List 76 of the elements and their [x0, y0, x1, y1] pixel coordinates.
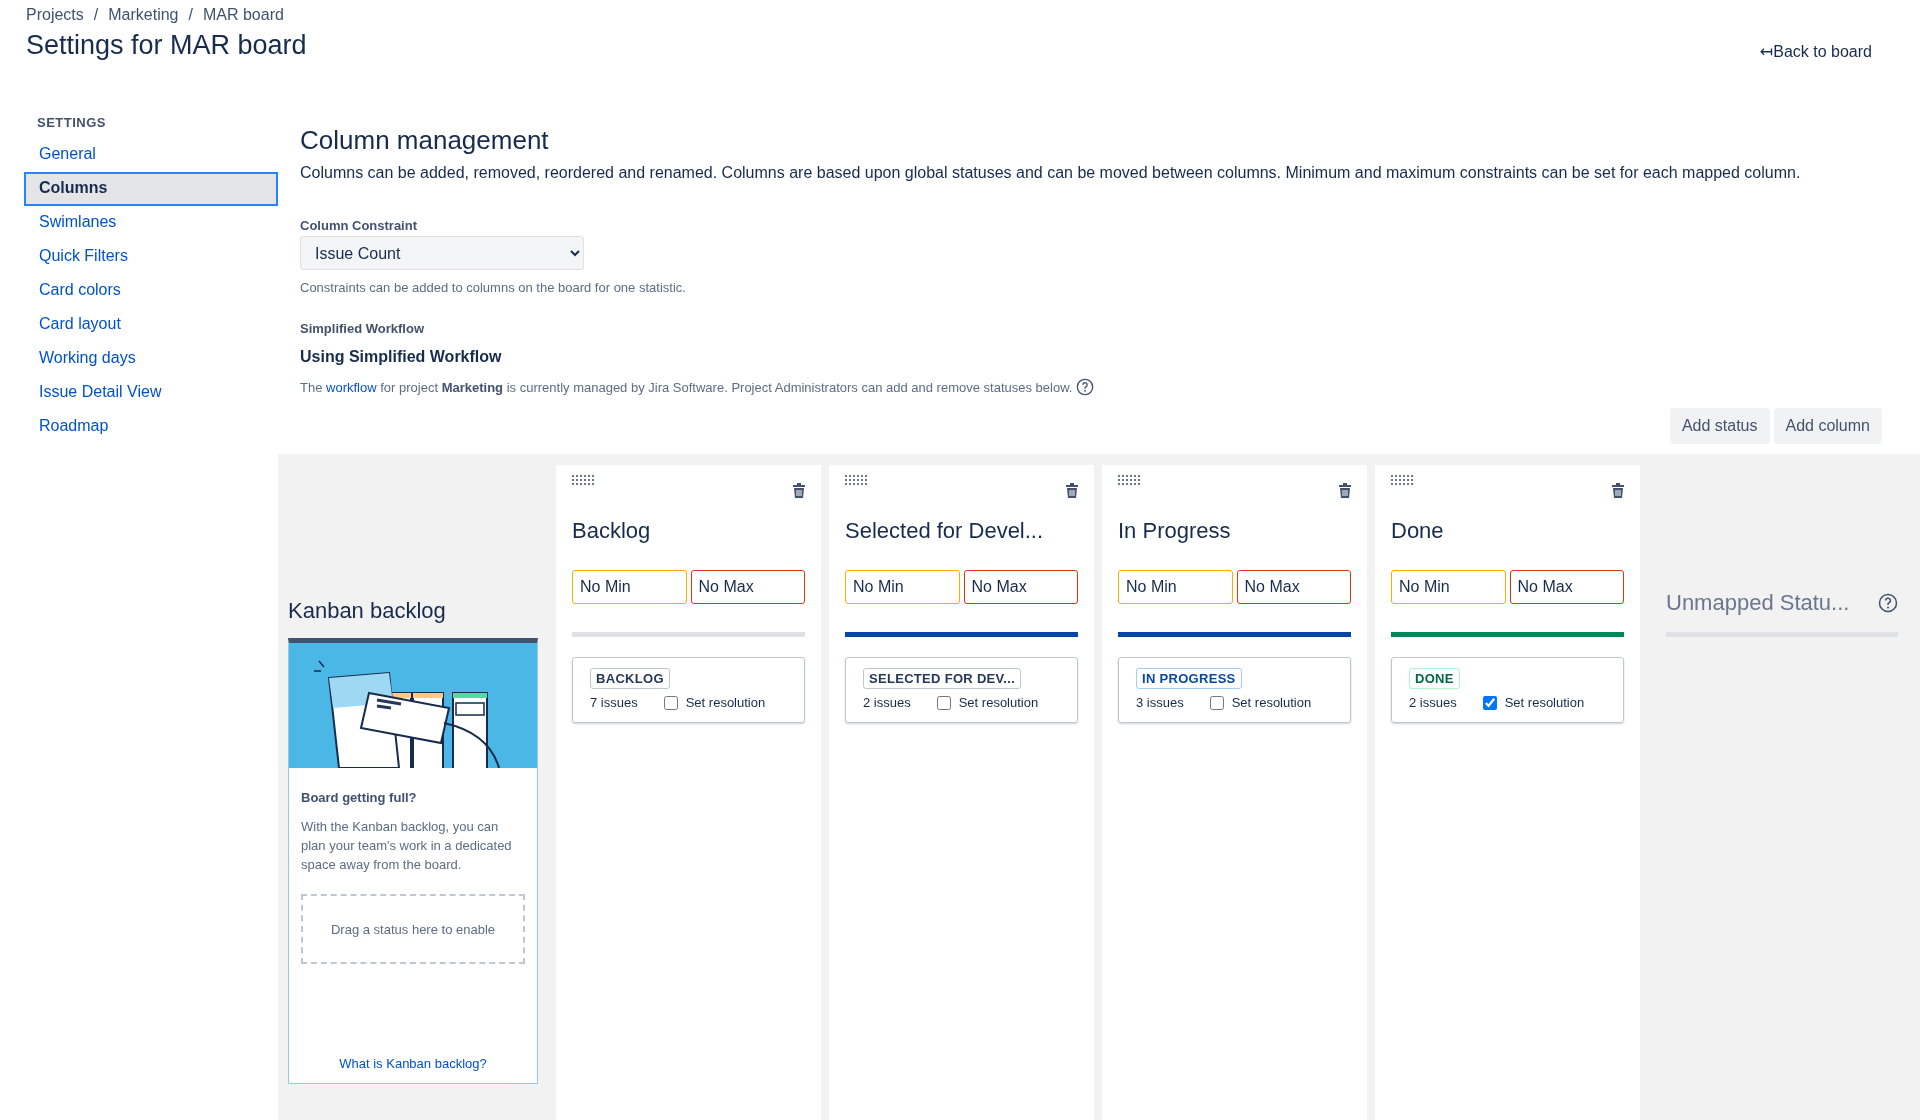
issue-count: 2 issues — [1409, 695, 1457, 710]
issue-count: 7 issues — [590, 695, 638, 710]
column-title: In Progress — [1118, 518, 1232, 544]
breadcrumb-separator: / — [93, 6, 99, 24]
sidebar-item[interactable]: General — [24, 138, 278, 172]
checkbox-label: Set resolution — [958, 695, 1039, 710]
resolution-checkbox[interactable] — [663, 695, 678, 710]
section-description: Columns can be added, removed, reordered and renamed. Columns are based upon global statuses and can be moved between columns. Minimum and maximum constraints can be set for each mapped column. — [300, 164, 1802, 182]
field-label: Simplified Workflow — [300, 321, 425, 336]
resolution-checkbox[interactable] — [1482, 695, 1497, 710]
drop-zone[interactable]: Drag a status here to enable — [301, 894, 525, 964]
status-card[interactable]: BACKLOG 7 issues Set resolution — [572, 657, 805, 723]
checkbox-label: Set resolution — [1504, 695, 1585, 710]
column-title: Backlog — [572, 518, 652, 544]
issue-count: 3 issues — [1136, 695, 1184, 710]
max-input[interactable]: No Max — [690, 570, 805, 604]
sidebar-item[interactable]: Swimlanes — [24, 206, 278, 240]
breadcrumb-separator: / — [188, 6, 193, 24]
constraint-dropdown[interactable]: Issue Count — [300, 236, 584, 270]
column-title: Done — [1391, 518, 1445, 544]
back-to-board-link[interactable]: ↤Back to board — [1759, 42, 1872, 61]
field-label: Column Constraint — [300, 218, 418, 233]
sidebar-item[interactable]: Columns — [24, 172, 278, 206]
help-icon[interactable] — [1076, 378, 1095, 396]
section-title: Column management — [300, 125, 550, 156]
breadcrumb-link[interactable]: Marketing — [108, 6, 179, 24]
sidebar-item[interactable]: Issue Detail View — [24, 376, 278, 410]
status-card[interactable]: IN PROGRESS 3 issues Set resolution — [1118, 657, 1351, 723]
status-lozenge: SELECTED FOR DEV... — [863, 668, 1022, 689]
status-card[interactable]: SELECTED FOR DEV... 2 issues Set resolution — [845, 657, 1078, 723]
resolution-checkbox[interactable] — [936, 695, 951, 710]
max-input[interactable]: No Max — [1236, 570, 1351, 604]
column-title: Selected for Devel... — [845, 518, 1045, 544]
min-input[interactable]: No Min — [1391, 570, 1506, 604]
help-icon[interactable] — [1878, 593, 1898, 613]
status-lozenge: DONE — [1409, 668, 1460, 689]
status-card[interactable]: DONE 2 issues Set resolution — [1391, 657, 1624, 723]
sidebar-heading: SETTINGS — [36, 115, 107, 132]
trash-icon[interactable] — [1612, 483, 1624, 498]
kanban-backlog-link[interactable]: What is Kanban backlog? — [301, 1056, 525, 1071]
max-input[interactable]: No Max — [963, 570, 1078, 604]
workflow-link[interactable]: workflow — [326, 379, 377, 395]
resolution-checkbox[interactable] — [1209, 695, 1224, 710]
min-input[interactable]: No Min — [1118, 570, 1233, 604]
action-button[interactable]: Add column — [1773, 408, 1882, 444]
status-lozenge: BACKLOG — [590, 668, 670, 689]
trash-icon[interactable] — [1339, 483, 1351, 498]
help-text: Constraints can be added to columns on the board for one statistic. — [300, 280, 687, 295]
drag-handle-icon[interactable] — [1118, 475, 1140, 486]
sidebar-item[interactable]: Working days — [24, 342, 278, 376]
drag-handle-icon[interactable] — [1391, 475, 1413, 486]
issue-count: 2 issues — [863, 695, 911, 710]
max-input[interactable]: No Max — [1509, 570, 1624, 604]
drag-handle-icon[interactable] — [845, 475, 867, 486]
sidebar-item[interactable]: Roadmap — [24, 410, 278, 444]
card-heading: Board getting full? — [301, 790, 418, 805]
column-title: Unmapped Statu... — [1666, 590, 1850, 616]
min-input[interactable]: No Min — [572, 570, 687, 604]
page-title: Settings for MAR board — [26, 30, 307, 61]
action-button[interactable]: Add status — [1669, 408, 1770, 444]
column-title: Kanban backlog — [288, 598, 447, 624]
card-text: With the Kanban backlog, you can plan your team's work in a dedicated space away from the board. — [301, 818, 513, 874]
drag-handle-icon[interactable] — [572, 475, 594, 486]
sidebar-item[interactable]: Card colors — [24, 274, 278, 308]
checkbox-label: Set resolution — [1231, 695, 1312, 710]
breadcrumb-link[interactable]: Projects — [26, 6, 84, 24]
trash-icon[interactable] — [1066, 483, 1078, 498]
workflow-text: The workflow for project Marketing is currently managed by Jira Software. Project Administrators can add and remove statuses below. — [300, 379, 1073, 395]
checkbox-label: Set resolution — [685, 695, 766, 710]
status-lozenge: IN PROGRESS — [1136, 668, 1242, 689]
sidebar-item[interactable]: Quick Filters — [24, 240, 278, 274]
min-input[interactable]: No Min — [845, 570, 960, 604]
workflow-heading: Using Simplified Workflow — [300, 348, 503, 366]
sidebar-item[interactable]: Card layout — [24, 308, 278, 342]
trash-icon[interactable] — [793, 483, 805, 498]
breadcrumb-link[interactable]: MAR board — [202, 6, 284, 24]
